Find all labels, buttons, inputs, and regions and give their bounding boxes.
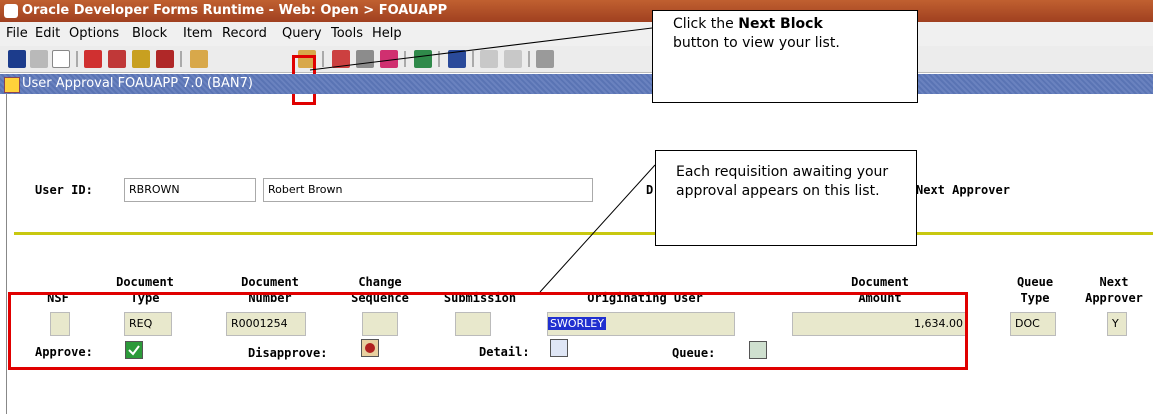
callout-next-block-line2: button to view your list. [673, 35, 840, 51]
callout-line-next-block [309, 27, 653, 71]
callout-list: Each requisition awaiting your approval … [655, 150, 917, 246]
callout-next-block-bold: Next Block [738, 16, 823, 32]
callout-line-list [539, 164, 656, 293]
callout-lines [309, 27, 656, 293]
callout-next-block: Click the Next Block button to view your… [652, 10, 918, 103]
callout-next-block-prefix: Click the [673, 16, 739, 32]
